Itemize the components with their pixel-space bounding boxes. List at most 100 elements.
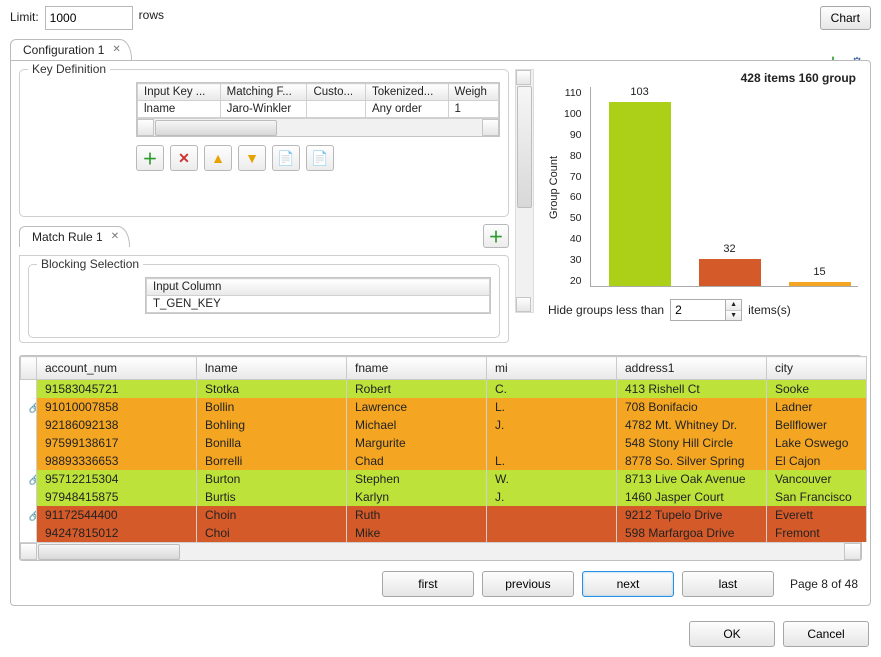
hscrollbar[interactable]: [20, 542, 861, 560]
match-rule-panel: Blocking Selection Input Column T_GEN_KE…: [19, 255, 509, 343]
row-gutter: [21, 434, 37, 452]
key-definition-group: Key Definition Input Key ...Matching F..…: [19, 69, 509, 217]
table-cell: 98893336653: [37, 452, 197, 470]
table-cell: 91010007858: [37, 398, 197, 416]
spinner-down-icon[interactable]: ▼: [726, 311, 741, 321]
previous-button[interactable]: previous: [482, 571, 574, 597]
key-definition-label: [28, 82, 128, 84]
add-rule-button[interactable]: ＋: [483, 224, 509, 248]
chart-bar: 15: [789, 282, 851, 286]
table-row[interactable]: 🔗91010007858BollinLawrenceL.708 Bonifaci…: [21, 398, 867, 416]
limit-input[interactable]: [45, 6, 133, 30]
table-cell: Ladner: [767, 398, 867, 416]
table-cell: 548 Stony Hill Circle: [617, 434, 767, 452]
row-gutter: 🔗: [21, 398, 37, 416]
page-indicator: Page 8 of 48: [790, 577, 858, 591]
table-cell: San Francisco: [767, 488, 867, 506]
last-button[interactable]: last: [682, 571, 774, 597]
cancel-button[interactable]: Cancel: [783, 621, 869, 647]
row-gutter: [21, 416, 37, 434]
column-header[interactable]: fname: [347, 357, 487, 380]
table-cell: 1: [448, 101, 498, 118]
column-header[interactable]: Input Column: [147, 279, 490, 296]
table-cell: Bonilla: [197, 434, 347, 452]
move-up-button[interactable]: ▲: [204, 145, 232, 171]
table-cell: Burton: [197, 470, 347, 488]
table-cell: 598 Marfargoa Drive: [617, 524, 767, 542]
next-button[interactable]: next: [582, 571, 674, 597]
copy-button[interactable]: 📄: [272, 145, 300, 171]
tab-configuration[interactable]: Configuration 1 ✕: [10, 39, 132, 60]
table-cell: El Cajon: [767, 452, 867, 470]
hide-groups-input[interactable]: [671, 300, 725, 320]
table-row[interactable]: 91583045721StotkaRobertC.413 Rishell CtS…: [21, 380, 867, 399]
row-gutter: 🔗: [21, 506, 37, 524]
table-cell: [487, 434, 617, 452]
table-row[interactable]: 🔗95712215304BurtonStephenW.8713 Live Oak…: [21, 470, 867, 488]
table-row[interactable]: 94247815012ChoiMike598 Marfargoa DriveFr…: [21, 524, 867, 542]
tab-label: Match Rule 1: [32, 230, 103, 244]
column-header[interactable]: account_num: [37, 357, 197, 380]
table-cell: Vancouver: [767, 470, 867, 488]
blocking-title: Blocking Selection: [37, 257, 143, 271]
table-row[interactable]: 97599138617BonillaMargurite548 Stony Hil…: [21, 434, 867, 452]
move-down-button[interactable]: ▼: [238, 145, 266, 171]
table-cell: 97948415875: [37, 488, 197, 506]
vscrollbar[interactable]: [515, 69, 534, 313]
table-cell: Jaro-Winkler: [220, 101, 307, 118]
column-header[interactable]: lname: [197, 357, 347, 380]
table-cell: 9212 Tupelo Drive: [617, 506, 767, 524]
table-cell: Choi: [197, 524, 347, 542]
chart-bar-label: 103: [609, 86, 671, 98]
column-header[interactable]: Weigh: [448, 84, 498, 101]
table-cell: Borrelli: [197, 452, 347, 470]
tab-match-rule[interactable]: Match Rule 1 ✕: [19, 226, 130, 247]
key-definition-title: Key Definition: [28, 62, 110, 76]
chart-button[interactable]: Chart: [820, 6, 871, 30]
table-row[interactable]: 92186092138BohlingMichaelJ.4782 Mt. Whit…: [21, 416, 867, 434]
close-icon[interactable]: ✕: [111, 231, 119, 242]
table-cell: Fremont: [767, 524, 867, 542]
chart-title: 428 items 160 group: [548, 71, 858, 85]
gutter-header: [21, 357, 37, 380]
table-cell: 91583045721: [37, 380, 197, 399]
table-row[interactable]: 97948415875BurtisKarlynJ.1460 Jasper Cou…: [21, 488, 867, 506]
add-button[interactable]: ＋: [136, 145, 164, 171]
column-header[interactable]: Input Key ...: [138, 84, 221, 101]
spinner-up-icon[interactable]: ▲: [726, 300, 741, 311]
close-icon[interactable]: ✕: [112, 44, 120, 55]
column-header[interactable]: mi: [487, 357, 617, 380]
ok-button[interactable]: OK: [689, 621, 775, 647]
key-definition-table[interactable]: Input Key ...Matching F...Custo...Tokeni…: [136, 82, 500, 137]
table-cell: T_GEN_KEY: [147, 296, 490, 313]
hscrollbar[interactable]: [137, 118, 499, 136]
hide-groups-label: Hide groups less than: [548, 303, 664, 317]
column-header[interactable]: city: [767, 357, 867, 380]
table-cell: Bohling: [197, 416, 347, 434]
table-cell: [307, 101, 365, 118]
delete-button[interactable]: ✕: [170, 145, 198, 171]
table-cell: 94247815012: [37, 524, 197, 542]
table-cell: Michael: [347, 416, 487, 434]
column-header[interactable]: Tokenized...: [365, 84, 448, 101]
hide-groups-spinner[interactable]: ▲ ▼: [670, 299, 742, 321]
column-header[interactable]: address1: [617, 357, 767, 380]
table-row[interactable]: 98893336653BorrelliChadL.8778 So. Silver…: [21, 452, 867, 470]
paste-button[interactable]: 📄: [306, 145, 334, 171]
table-cell: 8778 So. Silver Spring: [617, 452, 767, 470]
chart-y-ticks: 1101009080706050403020: [564, 87, 586, 287]
first-button[interactable]: first: [382, 571, 474, 597]
link-icon: 🔗: [29, 403, 37, 414]
table-cell: 1460 Jasper Court: [617, 488, 767, 506]
table-cell: Margurite: [347, 434, 487, 452]
table-cell: Any order: [365, 101, 448, 118]
pager: first previous next last Page 8 of 48: [19, 571, 862, 597]
column-header[interactable]: Matching F...: [220, 84, 307, 101]
chart-y-axis-label: Group Count: [548, 156, 560, 219]
hide-groups-suffix: items(s): [748, 303, 791, 317]
table-cell: Sooke: [767, 380, 867, 399]
data-table[interactable]: account_numlnamefnamemiaddress1city 9158…: [19, 355, 862, 561]
blocking-table[interactable]: Input Column T_GEN_KEY: [145, 277, 491, 314]
column-header[interactable]: Custo...: [307, 84, 365, 101]
table-row[interactable]: 🔗91172544400ChoinRuth9212 Tupelo DriveEv…: [21, 506, 867, 524]
